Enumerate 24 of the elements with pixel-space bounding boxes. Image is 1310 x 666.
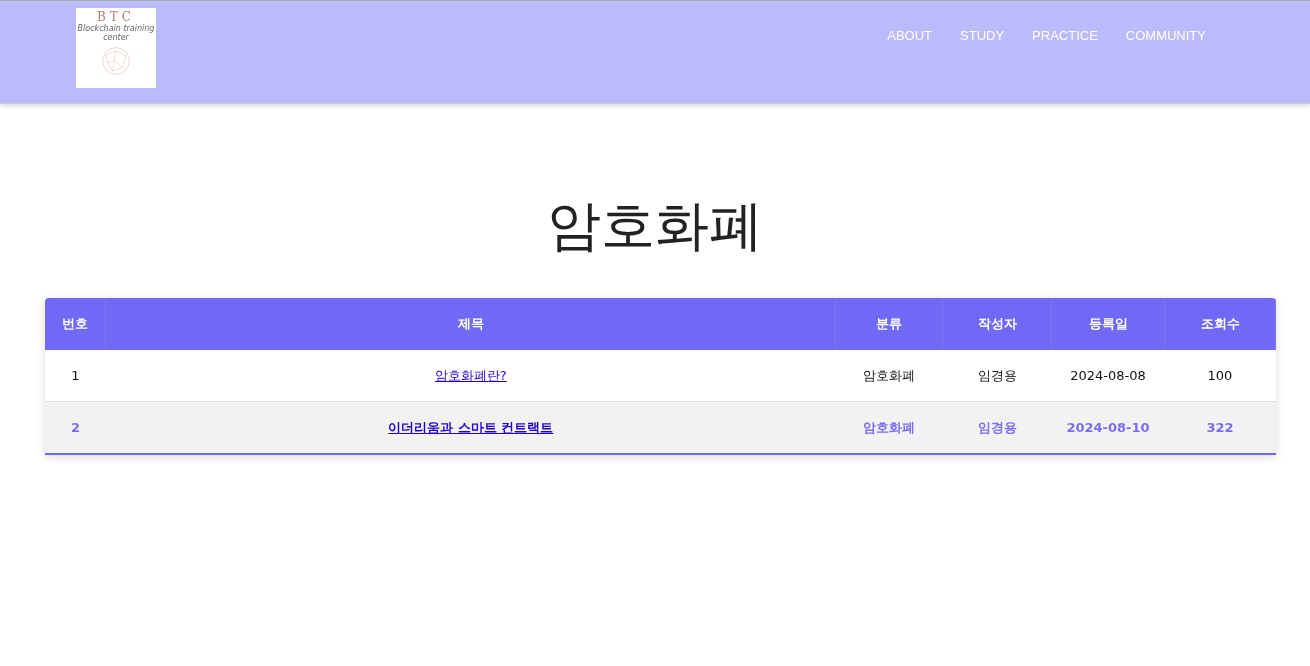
globe-icon bbox=[101, 44, 131, 78]
column-header: 작성자 bbox=[942, 298, 1052, 350]
table-cell: 임경용 bbox=[942, 401, 1052, 454]
table-cell: 2024-08-08 bbox=[1051, 350, 1165, 402]
table-cell: 1 bbox=[45, 350, 106, 402]
table-cell: 암호화폐 bbox=[835, 350, 943, 402]
table-cell: 2 bbox=[45, 401, 106, 454]
post-title-link[interactable]: 이더리움과 스마트 컨트랙트 bbox=[388, 419, 554, 435]
table-cell: 322 bbox=[1164, 401, 1276, 454]
page-title: 암호화폐 bbox=[546, 193, 764, 259]
post-title-link[interactable]: 암호화폐란? bbox=[434, 367, 507, 383]
logo-subtitle: Blockchain training center bbox=[76, 24, 156, 42]
column-header: 번호 bbox=[45, 298, 106, 350]
table-cell: 암호화폐 bbox=[835, 401, 943, 454]
table-cell: 100 bbox=[1164, 350, 1276, 402]
column-header: 조회수 bbox=[1164, 298, 1276, 350]
column-header: 분류 bbox=[835, 298, 943, 350]
column-header: 등록일 bbox=[1051, 298, 1165, 350]
table-row[interactable]: 1 암호화폐란? 암호화폐 임경용 2024-08-08 100 bbox=[45, 350, 1276, 402]
table-cell: 2024-08-10 bbox=[1051, 401, 1165, 454]
logo[interactable]: BTC Blockchain training center bbox=[76, 8, 156, 88]
table-cell: 임경용 bbox=[942, 350, 1052, 402]
column-header: 제목 bbox=[105, 298, 836, 350]
logo-title: BTC bbox=[97, 10, 135, 24]
